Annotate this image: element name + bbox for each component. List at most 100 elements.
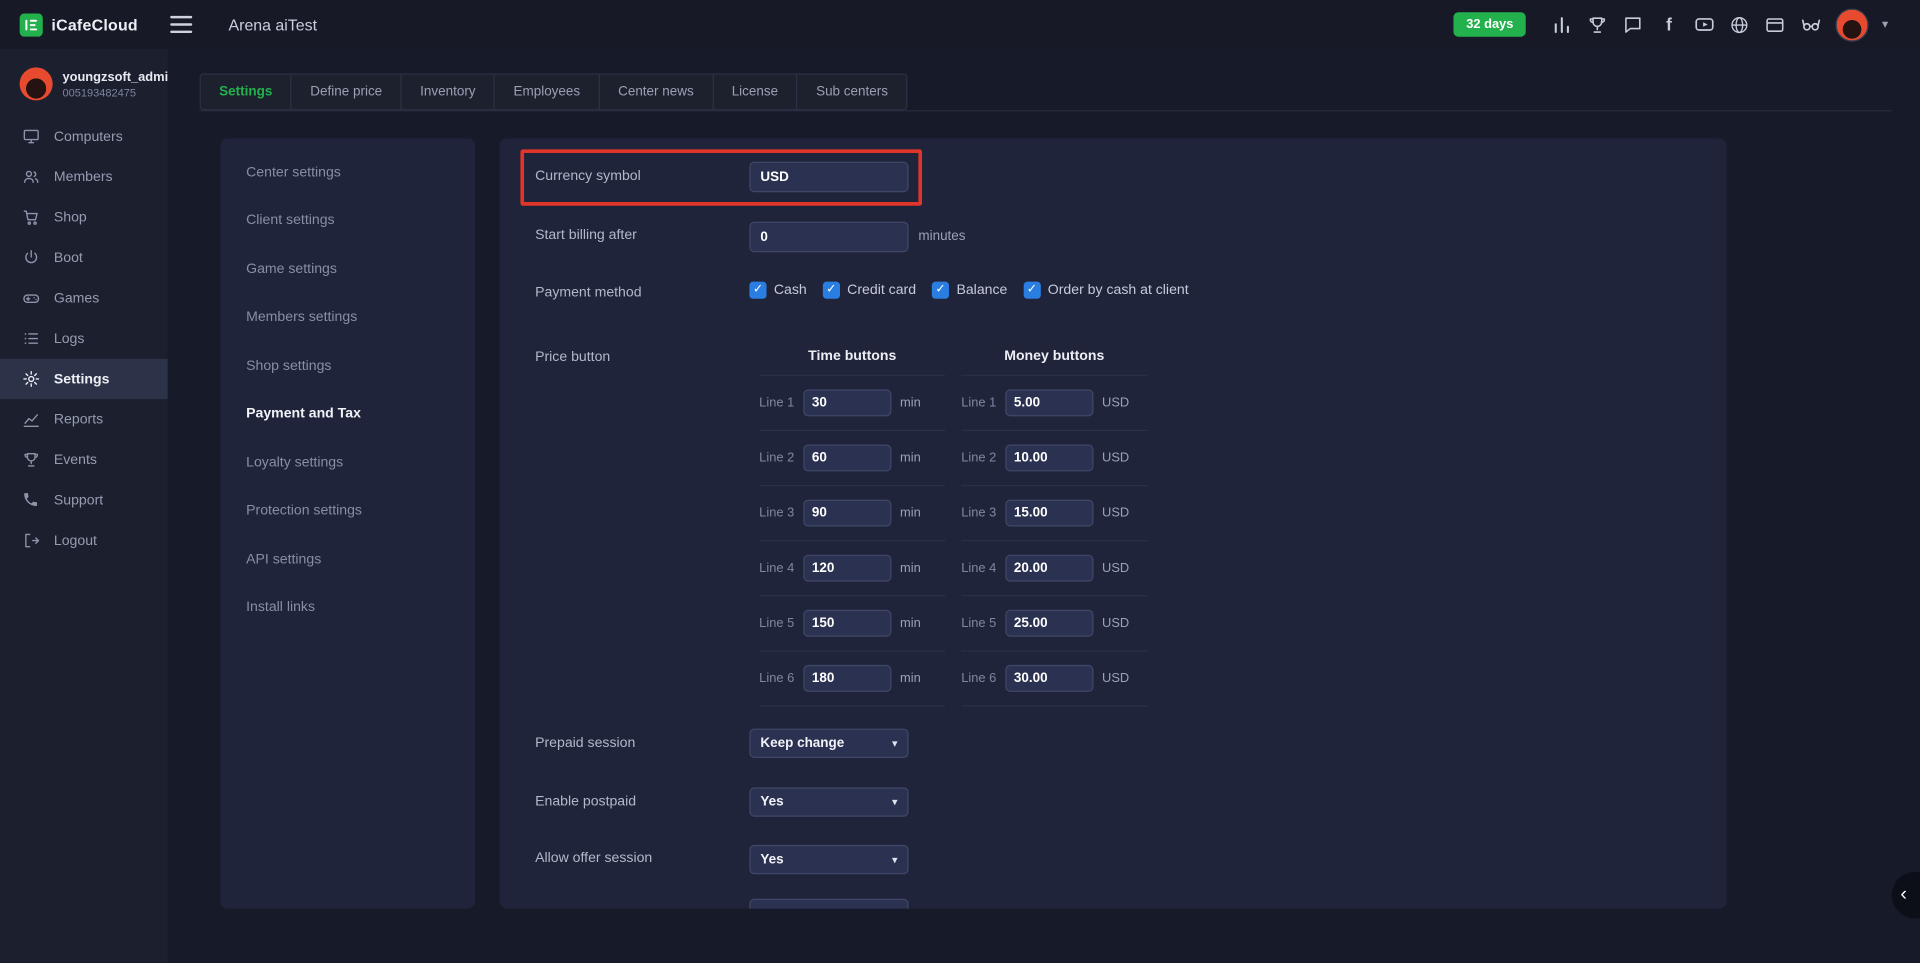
nav-item-members-settings[interactable]: Members settings (220, 293, 475, 341)
time-buttons-header: Time buttons (759, 344, 945, 376)
money-line-3-input[interactable] (1005, 500, 1093, 527)
tabs-divider (200, 110, 1892, 111)
user-id: 005193482475 (62, 86, 176, 98)
logout-icon (22, 531, 40, 549)
checkbox-order-by-cash[interactable]: ✓ Order by cash at client (1023, 282, 1188, 299)
tab-center-news[interactable]: Center news (599, 73, 714, 110)
menu-icon[interactable] (170, 16, 192, 33)
table-row: Line 2 min (759, 431, 945, 486)
sidebar-avatar (20, 67, 53, 100)
nav-item-center-settings[interactable]: Center settings (220, 148, 475, 196)
table-row: Line 4 min (759, 541, 945, 596)
sidebar-item-shop[interactable]: Shop (0, 197, 168, 237)
globe-icon[interactable] (1729, 13, 1751, 35)
chat-icon[interactable] (1622, 13, 1644, 35)
chevron-down-icon[interactable]: ▾ (1882, 18, 1888, 31)
line-label: Line 5 (759, 616, 803, 631)
tab-define-price[interactable]: Define price (291, 73, 402, 110)
nav-item-game-settings[interactable]: Game settings (220, 245, 475, 293)
checkbox-balance[interactable]: ✓ Balance (932, 282, 1007, 299)
nav-item-protection-settings[interactable]: Protection settings (220, 487, 475, 535)
money-line-5-input[interactable] (1005, 610, 1093, 637)
checkbox-checked-icon: ✓ (749, 282, 766, 299)
glasses-icon[interactable] (1800, 13, 1822, 35)
start-billing-label: Start billing after (535, 228, 637, 243)
nav-item-loyalty-settings[interactable]: Loyalty settings (220, 438, 475, 486)
enable-postpaid-select[interactable]: Yes ▾ (749, 787, 908, 816)
checkbox-checked-icon: ✓ (932, 282, 949, 299)
nav-item-shop-settings[interactable]: Shop settings (220, 342, 475, 390)
payment-tax-form-panel: Currency symbol Start billing after minu… (500, 138, 1727, 908)
nav-item-client-settings[interactable]: Client settings (220, 197, 475, 245)
sidebar-item-label: Reports (54, 412, 103, 427)
money-buttons-header: Money buttons (961, 344, 1147, 376)
checkbox-credit-card[interactable]: ✓ Credit card (823, 282, 916, 299)
tab-sub-centers[interactable]: Sub centers (796, 73, 907, 110)
start-billing-suffix: minutes (918, 229, 965, 244)
line-label: Line 4 (759, 561, 803, 576)
app-root: iCafeCloud Arena aiTest 32 days f (0, 0, 1920, 962)
start-billing-input[interactable] (749, 222, 908, 253)
license-days-badge[interactable]: 32 days (1454, 12, 1526, 36)
money-line-2-input[interactable] (1005, 444, 1093, 471)
trophy-icon[interactable] (1587, 13, 1609, 35)
money-line-4-input[interactable] (1005, 555, 1093, 582)
tab-employees[interactable]: Employees (494, 73, 600, 110)
sidebar-item-computers[interactable]: Computers (0, 116, 168, 156)
prepaid-session-label: Prepaid session (535, 736, 635, 751)
sidebar-item-events[interactable]: Events (0, 440, 168, 480)
time-line-5-input[interactable] (803, 610, 891, 637)
unit-label: min (900, 671, 921, 686)
gear-icon (22, 370, 40, 388)
sidebar-item-label: Members (54, 170, 113, 185)
checkbox-cash[interactable]: ✓ Cash (749, 282, 806, 299)
sidebar-item-settings[interactable]: Settings (0, 359, 168, 399)
time-line-4-input[interactable] (803, 555, 891, 582)
facebook-icon[interactable]: f (1658, 13, 1680, 35)
sidebar-item-label: Games (54, 291, 99, 306)
sidebar-user-info: youngzsoft_admin 005193482475 (62, 69, 176, 98)
chevron-down-icon: ▾ (892, 795, 898, 808)
user-avatar[interactable] (1835, 8, 1868, 41)
time-line-2-input[interactable] (803, 444, 891, 471)
tab-settings[interactable]: Settings (200, 73, 292, 110)
stats-icon[interactable] (1551, 13, 1573, 35)
allow-offer-session-select[interactable]: Yes ▾ (749, 845, 908, 874)
prepaid-session-select[interactable]: Keep change ▾ (749, 729, 908, 758)
time-line-3-input[interactable] (803, 500, 891, 527)
chat-widget-button[interactable]: ‹ (1892, 872, 1920, 919)
sidebar-item-support[interactable]: Support (0, 480, 168, 520)
unit-label: USD (1102, 506, 1129, 521)
sidebar-item-boot[interactable]: Boot (0, 238, 168, 278)
partial-input[interactable] (749, 899, 908, 909)
sidebar-item-games[interactable]: Games (0, 278, 168, 318)
time-line-6-input[interactable] (803, 665, 891, 692)
sidebar-item-reports[interactable]: Reports (0, 399, 168, 439)
chevron-down-icon: ▾ (892, 853, 898, 866)
sidebar-item-logout[interactable]: Logout (0, 520, 168, 560)
sidebar-item-label: Logout (54, 533, 97, 548)
currency-symbol-input[interactable] (749, 162, 908, 193)
topbar: iCafeCloud Arena aiTest 32 days f (0, 0, 1920, 49)
chart-icon (22, 410, 40, 428)
card-icon[interactable] (1764, 13, 1786, 35)
time-line-1-input[interactable] (803, 389, 891, 416)
main-content: Settings Define price Inventory Employee… (168, 49, 1920, 962)
nav-item-api-settings[interactable]: API settings (220, 535, 475, 583)
nav-item-install-links[interactable]: Install links (220, 583, 475, 631)
tab-inventory[interactable]: Inventory (401, 73, 496, 110)
tab-license[interactable]: License (712, 73, 798, 110)
money-line-1-input[interactable] (1005, 389, 1093, 416)
sidebar-nav: Computers Members Shop Boot Games Logs (0, 116, 168, 560)
sidebar-item-logs[interactable]: Logs (0, 318, 168, 358)
line-label: Line 3 (759, 506, 803, 521)
youtube-icon[interactable] (1693, 13, 1715, 35)
money-line-6-input[interactable] (1005, 665, 1093, 692)
unit-label: USD (1102, 451, 1129, 466)
brand-name: iCafeCloud (51, 15, 137, 33)
line-label: Line 6 (759, 671, 803, 686)
sidebar-item-members[interactable]: Members (0, 157, 168, 197)
nav-item-payment-and-tax[interactable]: Payment and Tax (220, 390, 475, 438)
brand-logo[interactable]: iCafeCloud (20, 13, 138, 36)
sidebar-user-block[interactable]: youngzsoft_admin 005193482475 (0, 49, 168, 116)
